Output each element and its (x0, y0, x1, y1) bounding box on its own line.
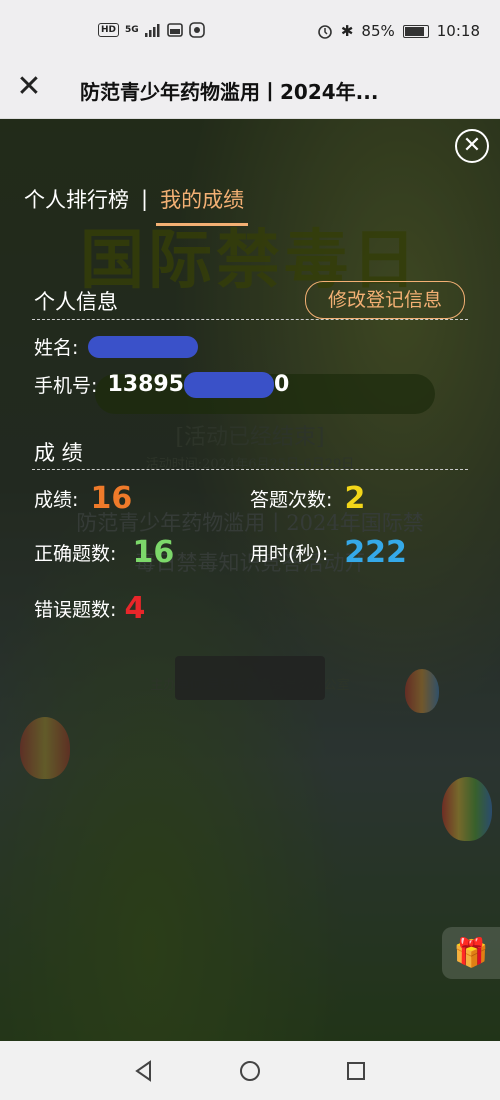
correct-value: 16 (132, 535, 175, 570)
name-label: 姓名: (34, 337, 79, 359)
redacted-phone (184, 371, 274, 398)
tab-my-score[interactable]: 我的成绩 (156, 184, 249, 226)
time-label: 用时(秒): (250, 543, 329, 565)
modal-overlay (0, 119, 500, 1041)
time-value: 222 (344, 535, 407, 570)
score-row: 成绩: 16 (34, 481, 132, 516)
divider (32, 469, 468, 470)
wrong-row: 错误题数: 4 (34, 591, 145, 626)
close-icon[interactable]: ✕ (14, 72, 44, 102)
page-title: 防范青少年药物滥用丨2024年... (80, 80, 379, 104)
status-bar: HD 5G ✱ 85% 10:18 (0, 0, 500, 60)
wrong-value: 4 (124, 591, 146, 626)
attempts-row: 答题次数: 2 (250, 481, 365, 516)
attempts-label: 答题次数: (250, 489, 333, 511)
network-5g-icon: 5G (125, 24, 139, 35)
name-row: 姓名: (34, 333, 199, 360)
battery-icon (402, 24, 429, 38)
system-nav-bar (0, 1041, 500, 1100)
correct-row: 正确题数: 16 (34, 535, 174, 570)
battery-percent: 85% (361, 22, 395, 40)
status-right: ✱ 85% 10:18 (317, 22, 480, 40)
wrong-label: 错误题数: (34, 599, 117, 621)
status-left-icons: HD 5G (98, 22, 205, 38)
tab-personal-ranking[interactable]: 个人排行榜 (24, 184, 129, 214)
tab-bar: 个人排行榜 | 我的成绩 (24, 184, 249, 226)
attempts-value: 2 (344, 481, 366, 516)
home-icon[interactable] (238, 1059, 262, 1083)
phone-row: 手机号: 13895 0 (34, 371, 289, 398)
alarm-icon (318, 25, 332, 39)
score-section-title: 成 绩 (34, 441, 83, 465)
bluetooth-icon: ✱ (340, 22, 354, 40)
correct-label: 正确题数: (34, 543, 117, 565)
recents-icon[interactable] (344, 1059, 368, 1083)
divider (32, 319, 468, 320)
title-bar: ✕ 防范青少年药物滥用丨2024年... (0, 60, 500, 119)
time-row: 用时(秒): 222 (250, 535, 407, 570)
hd-icon: HD (98, 23, 120, 37)
card-icon (166, 23, 183, 37)
tab-separator: | (141, 187, 149, 211)
back-icon[interactable] (132, 1059, 156, 1083)
edit-registration-button[interactable]: 修改登记信息 (305, 281, 465, 319)
clock: 10:18 (436, 22, 480, 40)
phone-label: 手机号: (34, 375, 98, 397)
score-label: 成绩: (34, 489, 79, 511)
redacted-name (88, 335, 199, 358)
close-modal-icon[interactable]: ✕ (455, 129, 489, 163)
content-area: 国际禁毒日 [活动已经结束] 活动时间:2024年6月25日-6月29日 防范青… (0, 119, 500, 1041)
signal-icon (144, 23, 160, 37)
phone-prefix: 13895 (107, 372, 184, 397)
phone-suffix: 0 (274, 372, 290, 397)
score-value: 16 (90, 481, 133, 516)
app-icon (188, 22, 205, 38)
personal-info-title: 个人信息 (34, 290, 118, 314)
gift-icon[interactable]: 🎁 (442, 927, 500, 979)
